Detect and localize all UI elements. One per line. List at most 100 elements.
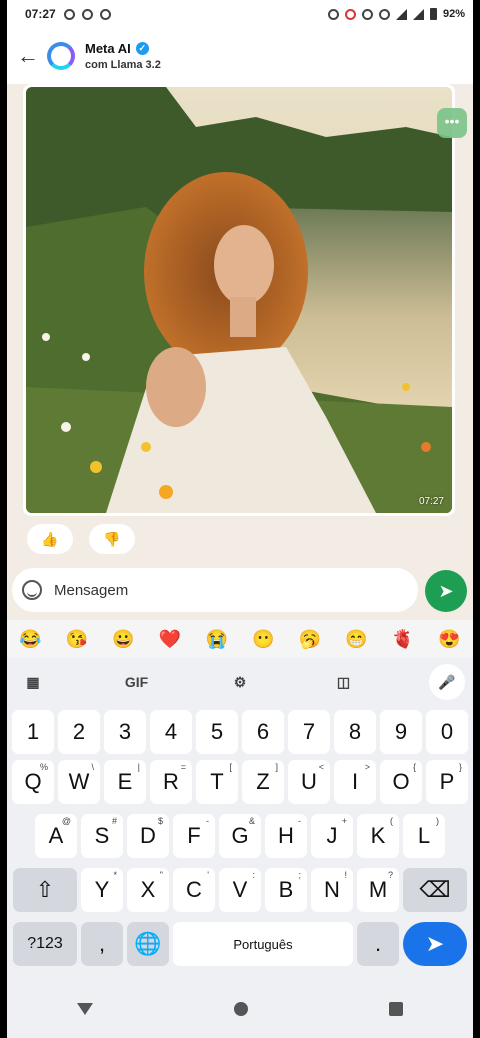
emoji-suggestion[interactable]: ❤️ bbox=[159, 629, 181, 650]
key-hint: & bbox=[248, 816, 255, 826]
key[interactable]: } P bbox=[426, 760, 468, 804]
key-hint: $ bbox=[157, 816, 163, 826]
key[interactable]: 3 bbox=[104, 710, 146, 754]
key[interactable]: ) L bbox=[403, 814, 445, 858]
key-label: Q bbox=[24, 769, 42, 794]
key[interactable]: & G bbox=[219, 814, 261, 858]
key-label: U bbox=[301, 769, 317, 794]
more-options-button[interactable]: ••• bbox=[437, 108, 467, 138]
image-message[interactable]: 07:27 bbox=[23, 84, 455, 516]
key[interactable]: 8 bbox=[334, 710, 376, 754]
send-button[interactable]: ➤ bbox=[425, 570, 467, 612]
key[interactable]: -H bbox=[265, 814, 307, 858]
send-arrow-key[interactable]: ➤ bbox=[403, 922, 467, 966]
key-label: J bbox=[326, 823, 338, 848]
key[interactable]: % Q bbox=[12, 760, 54, 804]
key[interactable]: ; B bbox=[265, 868, 307, 912]
avatar[interactable] bbox=[47, 42, 75, 70]
emoji-suggestion[interactable]: 😶 bbox=[252, 629, 274, 650]
key[interactable]: # S bbox=[81, 814, 123, 858]
emoji-suggestion[interactable]: 😭 bbox=[205, 629, 227, 650]
key[interactable]: 2 bbox=[58, 710, 100, 754]
nav-back-icon[interactable] bbox=[77, 1003, 94, 1015]
notification-icon bbox=[63, 8, 75, 20]
key[interactable]: 1 bbox=[12, 710, 54, 754]
key[interactable]: 4 bbox=[150, 710, 192, 754]
emoji-suggestion[interactable]: 😍 bbox=[438, 629, 460, 650]
emoji-suggestion[interactable]: 😁 bbox=[345, 629, 367, 650]
period-key[interactable]: . bbox=[357, 922, 399, 966]
apps-grid-icon[interactable]: ▦ bbox=[15, 664, 51, 700]
key[interactable]: ' C bbox=[173, 868, 215, 912]
emoji-suggestion[interactable]: 😀 bbox=[112, 629, 134, 650]
thumbs-down-icon[interactable]: 👎 bbox=[89, 524, 135, 554]
settings-gear-icon[interactable]: ⚙ bbox=[222, 664, 258, 700]
key[interactable]: | E bbox=[104, 760, 146, 804]
key[interactable]: > I bbox=[334, 760, 376, 804]
key[interactable]: -F bbox=[173, 814, 215, 858]
key-hint: { bbox=[412, 762, 416, 772]
record-icon bbox=[344, 8, 356, 20]
nav-recents-icon[interactable] bbox=[388, 1002, 403, 1016]
key-label: C bbox=[186, 877, 202, 902]
notification-icons bbox=[63, 8, 111, 20]
key-label: E bbox=[117, 769, 133, 794]
contact-info[interactable]: Meta AI ✓ com Llama 3.2 bbox=[85, 41, 161, 71]
symbols-key[interactable]: ?123 bbox=[13, 922, 77, 966]
emoji-suggestion[interactable]: 😘 bbox=[66, 629, 88, 650]
key[interactable]: 5 bbox=[196, 710, 238, 754]
key-hint: | bbox=[137, 762, 140, 772]
key[interactable]: + J bbox=[311, 814, 353, 858]
space-bar[interactable]: Português bbox=[173, 922, 353, 966]
key[interactable]: ] Z bbox=[242, 760, 284, 804]
comma-emoji-key[interactable]: , bbox=[81, 922, 123, 966]
emoji-icon[interactable] bbox=[22, 580, 42, 600]
key[interactable]: 6 bbox=[242, 710, 284, 754]
key-label: G bbox=[231, 823, 249, 848]
key[interactable]: {O bbox=[380, 760, 422, 804]
key[interactable]: < U bbox=[288, 760, 330, 804]
key[interactable]: " X bbox=[127, 868, 169, 912]
emoji-suggestion[interactable]: 😂 bbox=[19, 629, 41, 650]
key[interactable]: $ D bbox=[127, 814, 169, 858]
key-hint: ( bbox=[390, 816, 393, 826]
key[interactable]: 7 bbox=[288, 710, 330, 754]
gif-button[interactable]: GIF bbox=[119, 664, 155, 700]
key[interactable]: ! N bbox=[311, 868, 353, 912]
key[interactable]: * Y bbox=[81, 868, 123, 912]
key-label: I bbox=[351, 769, 359, 794]
key[interactable]: [T bbox=[196, 760, 238, 804]
message-input[interactable]: Mensagem bbox=[12, 568, 418, 612]
key[interactable]: :V bbox=[219, 868, 261, 912]
key[interactable]: = R bbox=[150, 760, 192, 804]
key[interactable]: \ W bbox=[58, 760, 100, 804]
arrow-left-icon[interactable]: ← bbox=[11, 43, 45, 69]
battery-icon bbox=[429, 8, 437, 20]
emoji-suggestion[interactable]: 🫀 bbox=[392, 629, 414, 650]
backspace-icon[interactable]: ⌫ bbox=[403, 868, 467, 912]
globe-icon[interactable]: 🌐 bbox=[127, 922, 169, 966]
microphone-icon[interactable]: 🎤 bbox=[429, 664, 465, 700]
nav-home-icon[interactable] bbox=[233, 1002, 248, 1016]
shift-key[interactable]: ⇧ bbox=[13, 868, 77, 912]
message-placeholder: Mensagem bbox=[54, 581, 129, 599]
translate-icon[interactable]: ◫ bbox=[326, 664, 362, 700]
key-label: Z bbox=[256, 769, 270, 794]
location-icon bbox=[361, 8, 373, 20]
keyboard-row-asdf: @ A # S $ D -F & G -H + J (K ) L bbox=[7, 814, 473, 858]
key[interactable]: (K bbox=[357, 814, 399, 858]
key[interactable]: @ A bbox=[35, 814, 77, 858]
key-hint: = bbox=[180, 762, 186, 772]
key-label: X bbox=[140, 877, 156, 902]
wifi-icon bbox=[395, 8, 407, 20]
emoji-suggestion[interactable]: 🥱 bbox=[299, 629, 321, 650]
keyboard-row-bottom: ?123 , 🌐 Português . ➤ bbox=[7, 922, 473, 966]
generated-image[interactable]: 07:27 bbox=[26, 87, 452, 513]
keyboard-row-qwertz: % Q \ W | E = R [T ] Z < U > I {O } P bbox=[7, 760, 473, 804]
thumbs-up-icon[interactable]: 👍 bbox=[27, 524, 73, 554]
key[interactable]: 0 bbox=[426, 710, 468, 754]
key[interactable]: 9 bbox=[380, 710, 422, 754]
system-icons: 92% bbox=[327, 8, 465, 20]
key-hint: - bbox=[298, 816, 301, 826]
key[interactable]: ? M bbox=[357, 868, 399, 912]
